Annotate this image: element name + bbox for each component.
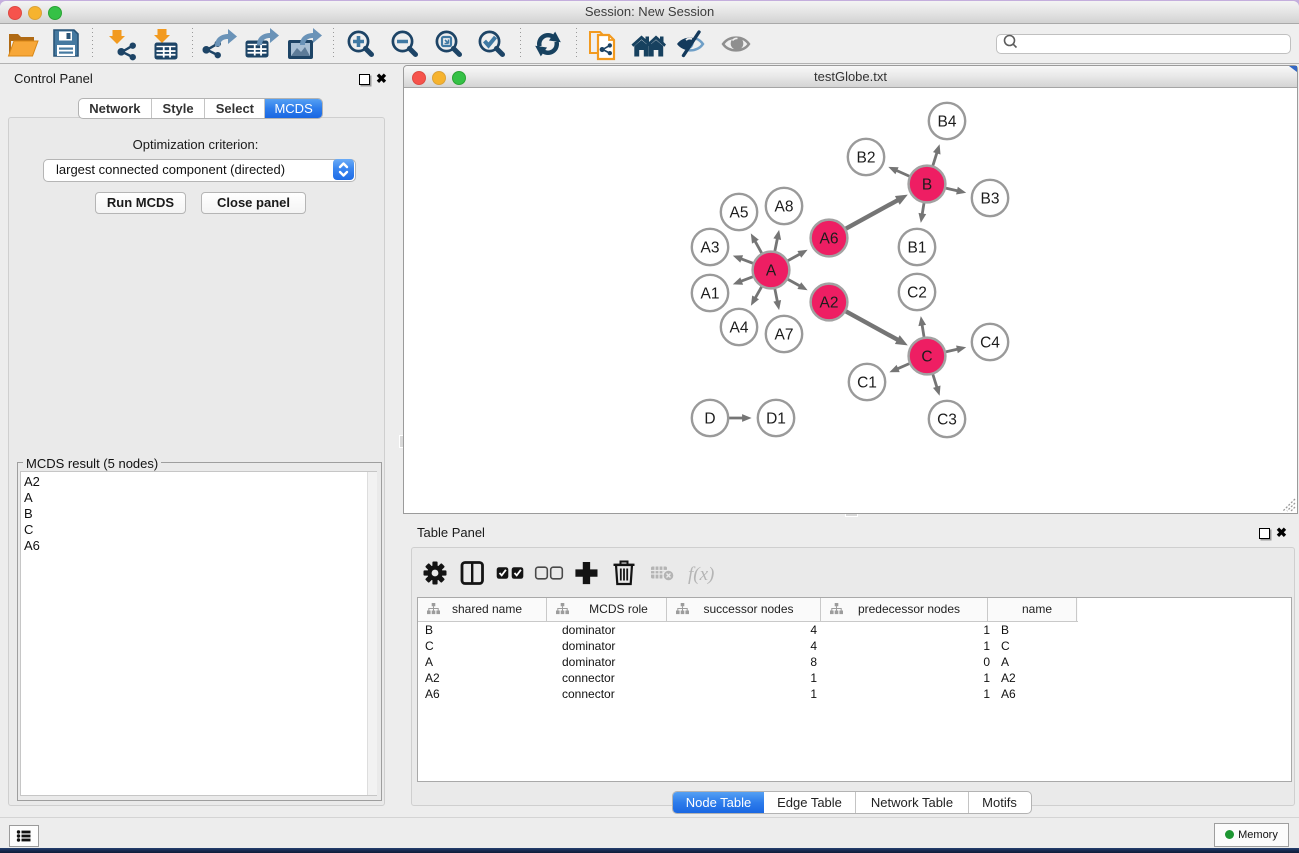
svg-text:C1: C1 <box>857 375 877 392</box>
svg-text:A3: A3 <box>701 240 720 257</box>
svg-text:A6: A6 <box>820 231 839 248</box>
svg-text:C3: C3 <box>937 412 957 429</box>
svg-text:C2: C2 <box>907 285 927 302</box>
svg-text:A2: A2 <box>820 295 839 312</box>
svg-text:A7: A7 <box>775 327 794 344</box>
svg-text:C4: C4 <box>980 335 1000 352</box>
svg-text:B3: B3 <box>981 191 1000 208</box>
svg-text:C: C <box>921 349 932 366</box>
svg-text:B: B <box>922 177 932 194</box>
svg-text:A8: A8 <box>775 199 794 216</box>
svg-text:B4: B4 <box>938 114 957 131</box>
svg-text:A5: A5 <box>730 205 749 222</box>
svg-text:D1: D1 <box>766 411 786 428</box>
svg-text:A1: A1 <box>701 286 720 303</box>
svg-text:f(x): f(x) <box>688 564 714 585</box>
svg-text:B1: B1 <box>908 240 927 257</box>
svg-text:A: A <box>766 263 777 280</box>
svg-text:A4: A4 <box>730 320 749 337</box>
svg-text:D: D <box>704 411 715 428</box>
svg-text:B2: B2 <box>857 150 876 167</box>
